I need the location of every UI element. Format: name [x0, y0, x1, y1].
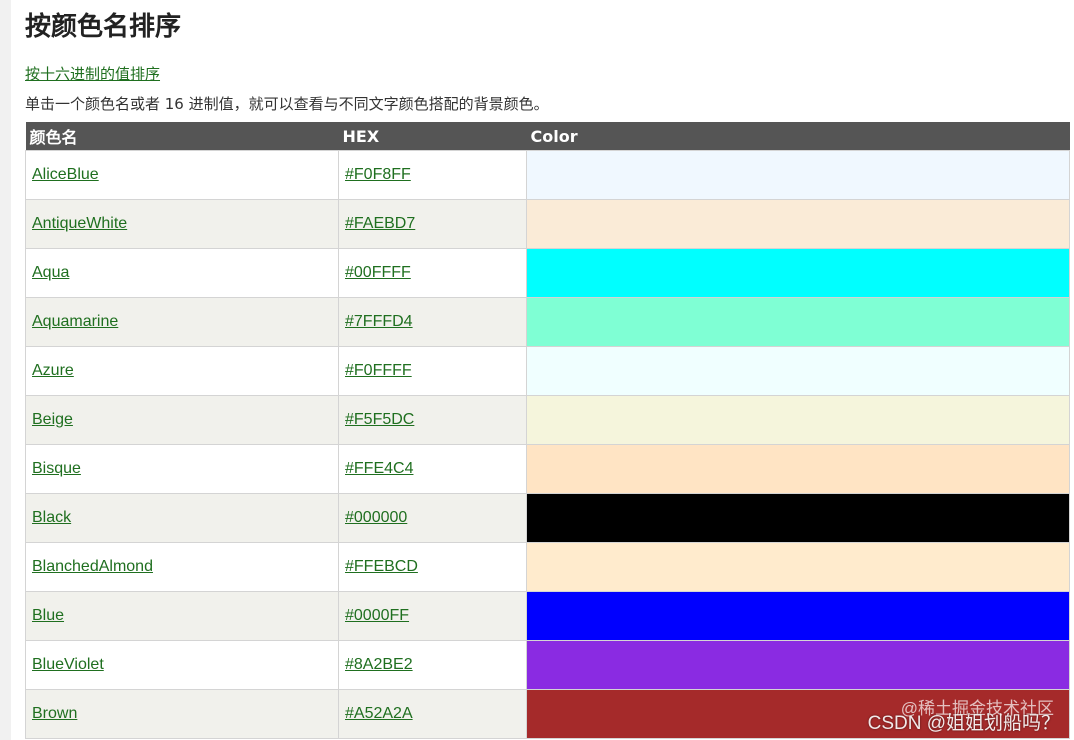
table-row: Bisque #FFE4C4	[25, 444, 1070, 494]
table-row: Black #000000	[25, 493, 1070, 543]
hex-value-cell: #FFEBCD	[338, 542, 527, 592]
color-swatch	[526, 444, 1070, 494]
column-header-hex: HEX	[338, 122, 527, 151]
color-name-cell: Azure	[25, 346, 339, 396]
hex-value-link[interactable]: #F5F5DC	[345, 411, 414, 428]
color-name-link[interactable]: AntiqueWhite	[32, 215, 127, 232]
color-name-cell: BlanchedAlmond	[25, 542, 339, 592]
color-name-link[interactable]: Blue	[32, 607, 64, 624]
hex-value-link[interactable]: #FAEBD7	[345, 215, 415, 232]
color-name-link[interactable]: Aqua	[32, 264, 69, 281]
intro-text: 单击一个颜色名或者 16 进制值，就可以查看与不同文字颜色搭配的背景颜色。	[25, 95, 549, 113]
hex-value-cell: #FFE4C4	[338, 444, 527, 494]
color-name-cell: Blue	[25, 591, 339, 641]
hex-value-link[interactable]: #F0F8FF	[345, 166, 411, 183]
color-name-link[interactable]: Beige	[32, 411, 73, 428]
color-name-cell: Beige	[25, 395, 339, 445]
hex-value-link[interactable]: #FFE4C4	[345, 460, 413, 477]
color-table: 颜色名 HEX Color AliceBlue #F0F8FF AntiqueWhi…	[25, 122, 1070, 739]
hex-value-cell: #A52A2A	[338, 689, 527, 739]
hex-value-cell: #FAEBD7	[338, 199, 527, 249]
hex-value-cell: #00FFFF	[338, 248, 527, 298]
hex-value-link[interactable]: #7FFFD4	[345, 313, 413, 330]
hex-value-cell: #F5F5DC	[338, 395, 527, 445]
table-row: Azure #F0FFFF	[25, 346, 1070, 396]
table-body: AliceBlue #F0F8FF AntiqueWhite #FAEBD7 Aqua #…	[25, 150, 1070, 739]
color-swatch	[526, 248, 1070, 298]
hex-value-link[interactable]: #0000FF	[345, 607, 409, 624]
color-swatch	[526, 542, 1070, 592]
table-row: Blue #0000FF	[25, 591, 1070, 641]
color-swatch	[526, 346, 1070, 396]
table-row: Beige #F5F5DC	[25, 395, 1070, 445]
color-name-cell: BlueViolet	[25, 640, 339, 690]
hex-value-cell: #F0FFFF	[338, 346, 527, 396]
color-name-link[interactable]: Aquamarine	[32, 313, 118, 330]
table-row: Aqua #00FFFF	[25, 248, 1070, 298]
main-content: 按颜色名排序 按十六进制的值排序 单击一个颜色名或者 16 进制值，就可以查看与…	[25, 0, 1070, 739]
hex-value-link[interactable]: #8A2BE2	[345, 656, 413, 673]
column-header-color: Color	[526, 122, 1070, 151]
sort-by-hex-link[interactable]: 按十六进制的值排序	[25, 64, 160, 84]
color-swatch	[526, 395, 1070, 445]
color-name-cell: Brown	[25, 689, 339, 739]
hex-value-link[interactable]: #00FFFF	[345, 264, 411, 281]
table-row: AliceBlue #F0F8FF	[25, 150, 1070, 200]
hex-value-link[interactable]: #A52A2A	[345, 705, 413, 722]
color-name-link[interactable]: Bisque	[32, 460, 81, 477]
color-swatch	[526, 640, 1070, 690]
color-name-cell: Aqua	[25, 248, 339, 298]
color-swatch	[526, 199, 1070, 249]
color-name-cell: AntiqueWhite	[25, 199, 339, 249]
color-swatch	[526, 297, 1070, 347]
hex-value-link[interactable]: #000000	[345, 509, 407, 526]
table-row: BlanchedAlmond #FFEBCD	[25, 542, 1070, 592]
watermark-csdn: CSDN @姐姐划船吗？	[867, 713, 1060, 734]
color-name-link[interactable]: BlanchedAlmond	[32, 558, 153, 575]
color-swatch	[526, 493, 1070, 543]
color-name-link[interactable]: AliceBlue	[32, 166, 99, 183]
table-row: Aquamarine #7FFFD4	[25, 297, 1070, 347]
hex-value-cell: #7FFFD4	[338, 297, 527, 347]
table-row: BlueViolet #8A2BE2	[25, 640, 1070, 690]
page: 按颜色名排序 按十六进制的值排序 单击一个颜色名或者 16 进制值，就可以查看与…	[0, 0, 1074, 740]
color-swatch	[526, 591, 1070, 641]
color-name-cell: Black	[25, 493, 339, 543]
table-header: 颜色名 HEX Color	[25, 122, 1070, 151]
color-name-cell: AliceBlue	[25, 150, 339, 200]
table-row: AntiqueWhite #FAEBD7	[25, 199, 1070, 249]
hex-value-link[interactable]: #FFEBCD	[345, 558, 418, 575]
column-header-name: 颜色名	[25, 122, 339, 151]
hex-value-cell: #0000FF	[338, 591, 527, 641]
color-name-link[interactable]: Brown	[32, 705, 77, 722]
color-name-cell: Aquamarine	[25, 297, 339, 347]
left-gutter	[0, 0, 11, 740]
color-swatch	[526, 150, 1070, 200]
color-name-link[interactable]: BlueViolet	[32, 656, 104, 673]
hex-value-cell: #8A2BE2	[338, 640, 527, 690]
hex-value-cell: #F0F8FF	[338, 150, 527, 200]
color-name-link[interactable]: Azure	[32, 362, 74, 379]
hex-value-cell: #000000	[338, 493, 527, 543]
page-title: 按颜色名排序	[25, 12, 182, 42]
color-name-cell: Bisque	[25, 444, 339, 494]
hex-value-link[interactable]: #F0FFFF	[345, 362, 412, 379]
color-name-link[interactable]: Black	[32, 509, 71, 526]
